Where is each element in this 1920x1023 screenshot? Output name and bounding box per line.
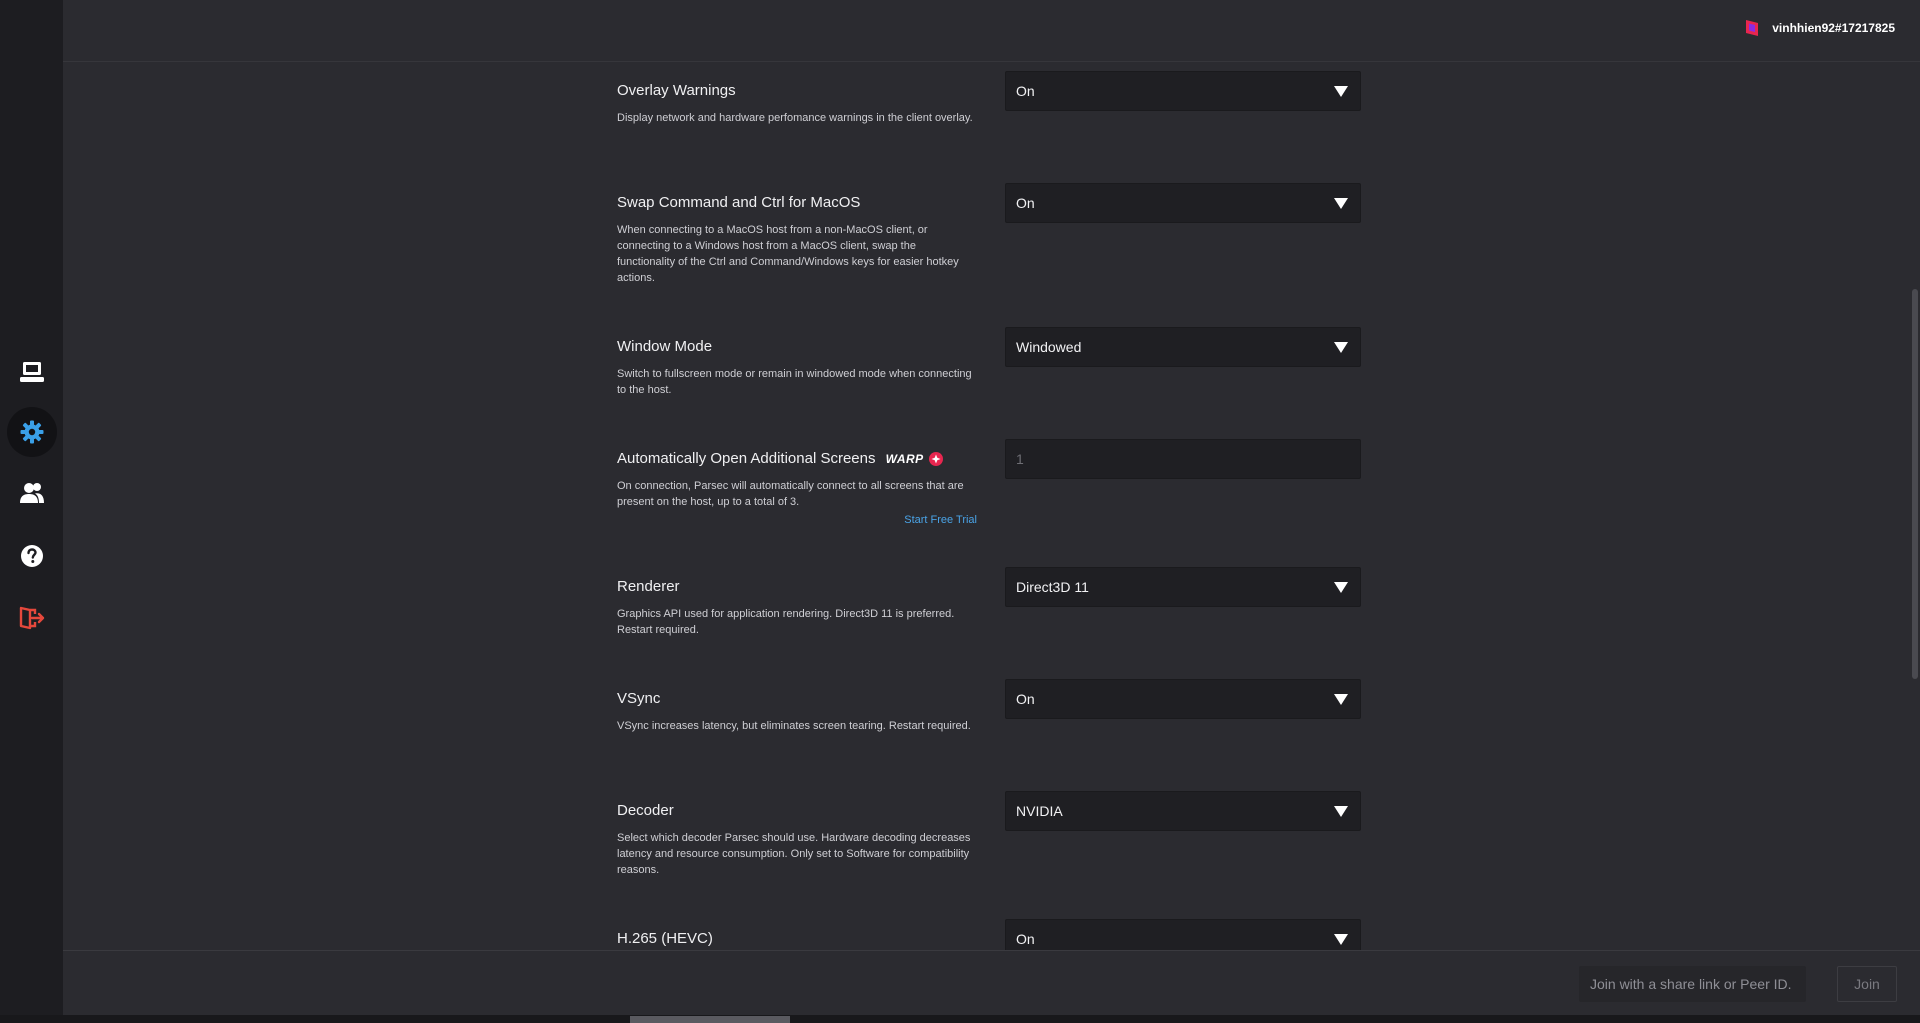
setting-renderer: Renderer Graphics API used for applicati… — [617, 567, 1427, 638]
bottom-bar: Join — [63, 950, 1920, 1014]
username: vinhhien92#17217825 — [1772, 21, 1895, 35]
additional-screens-input[interactable]: 1 — [1005, 439, 1361, 479]
setting-title-text: Automatically Open Additional Screens — [617, 450, 876, 467]
parsec-app: vinhhien92#17217825 Overlay Warnings Dis… — [0, 0, 1920, 1023]
sidebar-item-settings[interactable] — [7, 407, 57, 457]
overlay-warnings-select[interactable]: On — [1005, 71, 1361, 111]
scrollbar-thumb[interactable] — [1912, 289, 1918, 679]
taskbar-app[interactable] — [630, 1016, 790, 1023]
logout-icon — [19, 606, 45, 630]
select-value: On — [1016, 931, 1035, 947]
setting-swap-command-ctrl: Swap Command and Ctrl for MacOS When con… — [617, 183, 1427, 286]
top-bar: vinhhien92#17217825 — [63, 0, 1920, 62]
caret-down-icon — [1334, 341, 1348, 353]
select-value: On — [1016, 195, 1035, 211]
caret-down-icon — [1334, 85, 1348, 97]
select-value: NVIDIA — [1016, 803, 1063, 819]
h265-select[interactable]: On — [1005, 919, 1361, 950]
sidebar-item-logout[interactable] — [7, 593, 57, 643]
sidebar-item-friends[interactable] — [7, 468, 57, 518]
select-value: On — [1016, 691, 1035, 707]
setting-overlay-warnings: Overlay Warnings Display network and har… — [617, 71, 1427, 126]
computer-icon — [20, 362, 44, 382]
avatar-icon — [1746, 20, 1759, 36]
friends-icon — [20, 483, 44, 503]
sidebar — [0, 0, 63, 1015]
warp-icon — [928, 452, 943, 467]
setting-description: Switch to fullscreen mode or remain in w… — [617, 368, 972, 396]
setting-decoder: Decoder Select which decoder Parsec shou… — [617, 791, 1427, 878]
select-value: Windowed — [1016, 339, 1082, 355]
setting-description: Display network and hardware perfomance … — [617, 112, 973, 124]
settings-panel: Overlay Warnings Display network and har… — [63, 63, 1920, 950]
help-icon — [21, 545, 43, 567]
sidebar-item-computers[interactable] — [7, 347, 57, 397]
renderer-select[interactable]: Direct3D 11 — [1005, 567, 1361, 607]
setting-additional-screens: Automatically Open Additional Screens WA… — [617, 439, 1427, 526]
select-value: On — [1016, 83, 1035, 99]
setting-h265: H.265 (HEVC) On — [617, 919, 1427, 950]
warp-badge: WARP — [886, 449, 944, 469]
caret-down-icon — [1334, 581, 1348, 593]
setting-vsync: VSync VSync increases latency, but elimi… — [617, 679, 1427, 734]
gear-icon — [20, 420, 44, 444]
setting-description: On connection, Parsec will automatically… — [617, 480, 964, 509]
sidebar-item-help[interactable] — [7, 531, 57, 581]
setting-description: Select which decoder Parsec should use. … — [617, 832, 971, 876]
caret-down-icon — [1334, 805, 1348, 817]
select-value: Direct3D 11 — [1016, 579, 1089, 595]
join-input[interactable] — [1579, 966, 1806, 1002]
decoder-select[interactable]: NVIDIA — [1005, 791, 1361, 831]
warp-badge-text: WARP — [885, 452, 924, 467]
setting-description: When connecting to a MacOS host from a n… — [617, 224, 959, 284]
join-button[interactable]: Join — [1837, 966, 1897, 1002]
user-menu[interactable]: vinhhien92#17217825 — [1744, 19, 1895, 37]
setting-description: VSync increases latency, but eliminates … — [617, 720, 971, 732]
vsync-select[interactable]: On — [1005, 679, 1361, 719]
start-free-trial-link[interactable]: Start Free Trial — [617, 514, 977, 526]
caret-down-icon — [1334, 693, 1348, 705]
os-taskbar — [0, 1015, 1920, 1023]
swap-command-ctrl-select[interactable]: On — [1005, 183, 1361, 223]
setting-window-mode: Window Mode Switch to fullscreen mode or… — [617, 327, 1427, 398]
setting-description: Graphics API used for application render… — [617, 608, 955, 636]
window-mode-select[interactable]: Windowed — [1005, 327, 1361, 367]
caret-down-icon — [1334, 933, 1348, 945]
caret-down-icon — [1334, 197, 1348, 209]
